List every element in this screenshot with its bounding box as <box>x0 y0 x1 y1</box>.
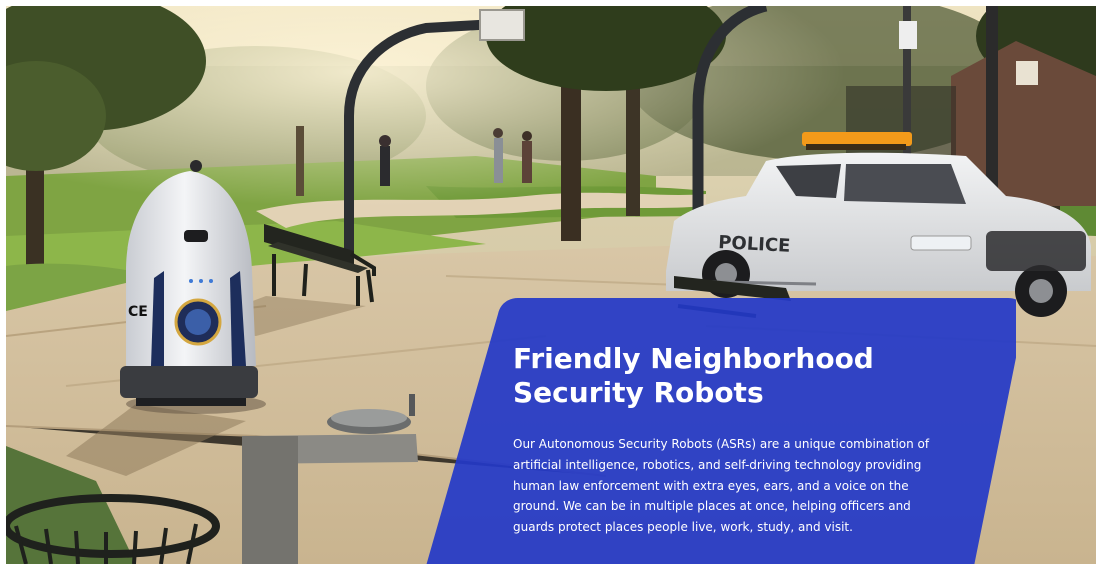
svg-text:CE: CE <box>128 304 148 320</box>
hero-description: Our Autonomous Security Robots (ASRs) ar… <box>513 437 930 535</box>
hero-section: CE POLICE Friendly Neighborhood Security… <box>6 6 1096 564</box>
hero-title: Friendly Neighborhood Security Robots <box>513 342 874 409</box>
svg-text:POLICE: POLICE <box>718 232 791 257</box>
